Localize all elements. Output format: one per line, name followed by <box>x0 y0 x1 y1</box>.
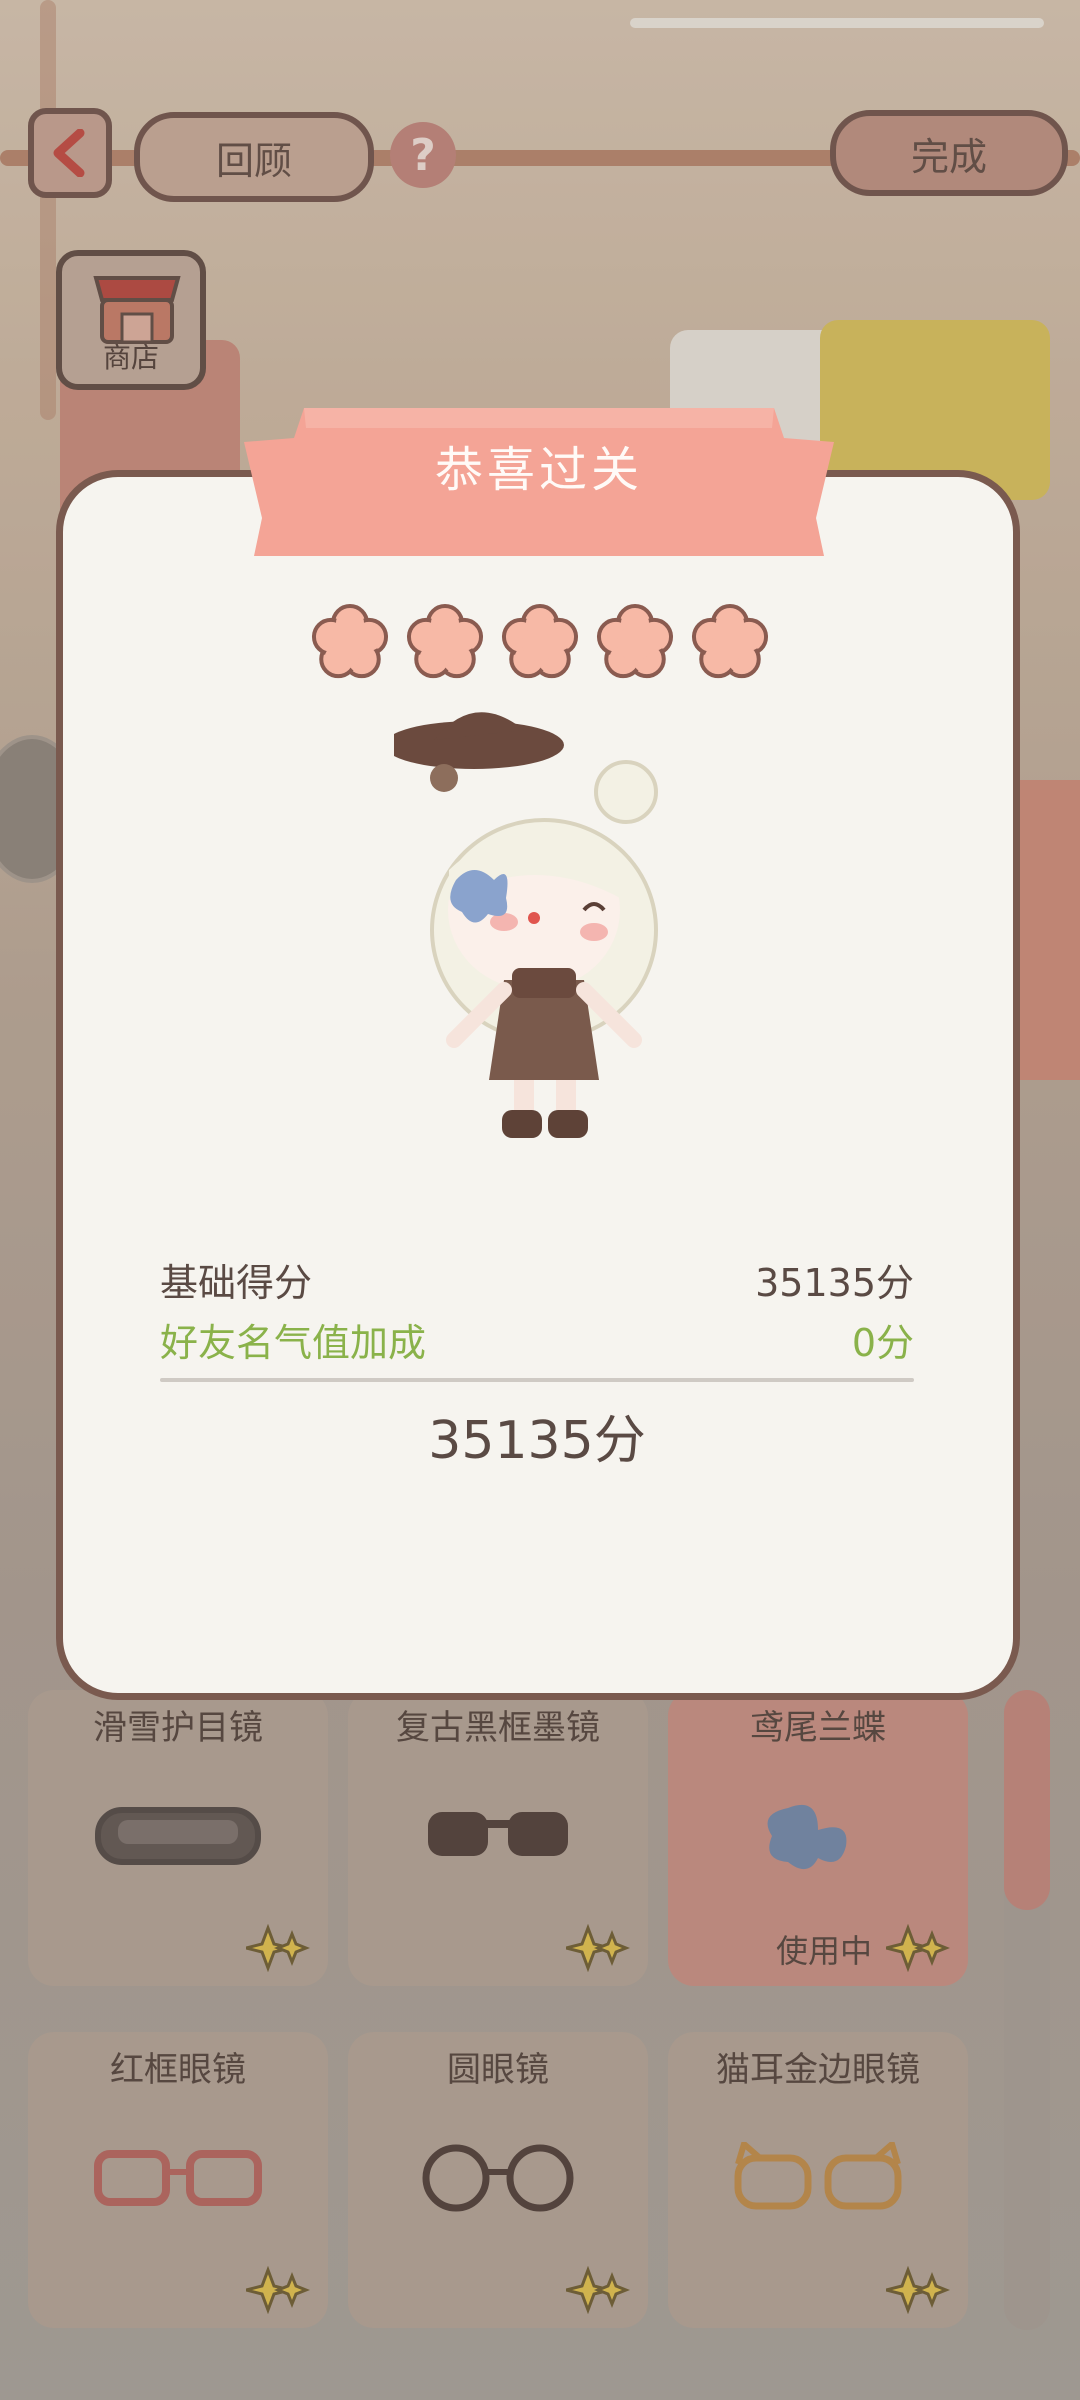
bonus-score-row: 好友名气值加成 0分 <box>160 1312 914 1367</box>
result-title: 恭喜过关 <box>434 442 643 498</box>
base-score-row: 基础得分 35135分 <box>160 1252 914 1307</box>
dressed-character-figure <box>394 712 658 1138</box>
star-icon <box>406 604 484 679</box>
star-icon <box>596 604 674 679</box>
base-score-value: 35135分 <box>755 1261 914 1305</box>
score-divider <box>160 1378 914 1382</box>
bonus-score-label: 好友名气值加成 <box>160 1321 427 1365</box>
star-icon <box>311 604 389 679</box>
bonus-score-value: 0分 <box>851 1321 914 1365</box>
star-rating <box>310 603 770 683</box>
star-icon <box>691 604 769 679</box>
star-icon <box>501 604 579 679</box>
base-score-label: 基础得分 <box>160 1261 313 1305</box>
total-score: 35135分 <box>428 1411 646 1471</box>
